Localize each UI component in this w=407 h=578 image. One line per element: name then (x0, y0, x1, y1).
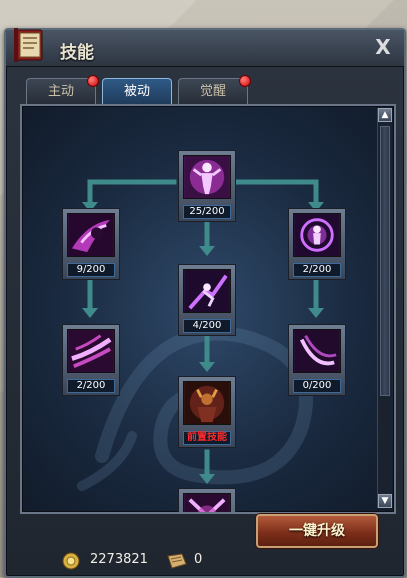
crescent-blade-icon (293, 329, 341, 373)
notification-dot-icon (87, 75, 99, 87)
gold-coin-icon (62, 552, 80, 570)
skill-level-label: 0/200 (293, 379, 341, 393)
close-button[interactable]: X (372, 36, 394, 58)
skill-node-right1[interactable]: 2/200 (288, 208, 346, 280)
tab-awakening-skills[interactable]: 觉醒 (178, 75, 251, 105)
tab-label: 觉醒 (199, 84, 226, 99)
skill-level-label: 25/200 (183, 205, 231, 219)
skill-level-label: 前置技能 (183, 431, 231, 445)
cross-slash-icon (183, 493, 231, 512)
gold-amount: 2273821 (90, 552, 148, 567)
tab-active-skills[interactable]: 主动 (26, 75, 99, 105)
skill-node-root[interactable]: 25/200 (178, 150, 236, 222)
tab-passive-skills[interactable]: 被动 (102, 78, 172, 105)
title-bar[interactable]: 技能 X (6, 28, 404, 67)
tab-label: 主动 (47, 84, 74, 99)
leap-strike-icon (183, 269, 231, 313)
one-click-upgrade-button[interactable]: 一键升级 (256, 514, 378, 548)
scroll-thumb[interactable] (380, 126, 390, 396)
skill-node-left1[interactable]: 9/200 (62, 208, 120, 280)
demon-warrior-icon (183, 381, 231, 425)
aura-burst-icon (293, 213, 341, 257)
skill-level-label: 4/200 (183, 319, 231, 333)
slash-wave-icon (67, 329, 115, 373)
window-title: 技能 (60, 43, 94, 63)
skill-level-label: 9/200 (67, 263, 115, 277)
notification-dot-icon (239, 75, 251, 87)
scroll-up-icon[interactable]: ▲ (378, 108, 392, 122)
skill-book-icon (167, 553, 187, 569)
skill-node-mid1[interactable]: 4/200 (178, 264, 236, 336)
skill-tree-panel: 25/200 9/200 4/200 2/200 2/200 前置技能 0/20… (20, 104, 396, 514)
skill-level-label: 2/200 (293, 263, 341, 277)
scroll-down-icon[interactable]: ▼ (378, 494, 392, 508)
skill-book-title-icon (14, 28, 43, 62)
shadow-dash-icon (67, 213, 115, 257)
spirit-figure-icon (183, 155, 231, 199)
skill-node-mid2[interactable]: 前置技能 (178, 376, 236, 448)
skill-node-right2[interactable]: 0/200 (288, 324, 346, 396)
skill-node-mid3[interactable] (178, 488, 236, 512)
skill-node-left2[interactable]: 2/200 (62, 324, 120, 396)
vertical-scrollbar[interactable]: ▲ ▼ (377, 108, 392, 508)
skill-window: 技能 X 主动 被动 觉醒 25/200 9/200 4/200 2/200 2… (4, 28, 406, 578)
tab-label: 被动 (123, 84, 150, 99)
skill-level-label: 2/200 (67, 379, 115, 393)
skill-book-count: 0 (194, 552, 203, 567)
